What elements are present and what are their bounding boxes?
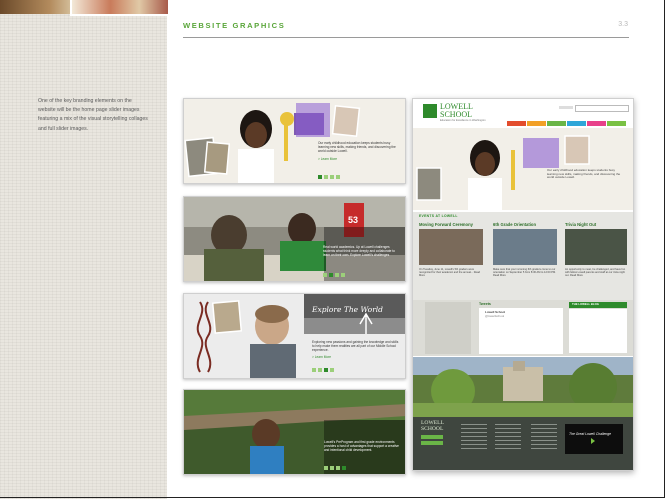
pager-dot[interactable] (341, 273, 345, 277)
phone-mockup (425, 302, 471, 354)
slide-1-learn-more-link[interactable]: > Learn More (318, 157, 337, 161)
section-title: WEBSITE GRAPHICS (183, 21, 286, 30)
slide-4-caption: Lowell's PreProgram and first grade envi… (324, 440, 399, 453)
page-number: 3.3 (618, 21, 628, 28)
slider-image-1: Our early childhood education keeps stud… (183, 98, 406, 184)
play-icon[interactable] (591, 438, 595, 444)
event-text-1: On Tuesday, June 11, Lowell's 5th grader… (419, 268, 480, 278)
slider-image-4: Lowell's PreProgram and first grade envi… (183, 389, 406, 475)
event-text-3: An opportunity to meet, be challenged, a… (565, 268, 626, 278)
event-text-2: Make sure that your incoming 6th graders… (493, 268, 556, 278)
slide-4-pager[interactable] (324, 466, 346, 470)
pager-dot[interactable] (323, 273, 327, 277)
slide-2-caption: Real world academics. Up at Lowell chall… (323, 245, 395, 258)
top-photo-frame (70, 0, 168, 16)
slide-4-photo (184, 390, 405, 474)
event-title-3[interactable]: Trivia Night Out (565, 222, 596, 227)
logo-icon (423, 104, 437, 118)
event-photo-2 (493, 229, 557, 265)
nav-item[interactable] (587, 121, 606, 126)
pager-dot[interactable] (329, 273, 333, 277)
header-rule (183, 37, 629, 38)
svg-text:53: 53 (348, 215, 358, 225)
pager-dot[interactable] (336, 175, 340, 179)
footer-links-column[interactable] (461, 423, 487, 449)
tweets-label: Tweets (479, 302, 491, 306)
pager-dot[interactable] (318, 368, 322, 372)
nav-item[interactable] (527, 121, 546, 126)
sidebar-panel: One of the key branding elements on the … (0, 0, 168, 499)
sidebar-note: One of the key branding elements on the … (38, 98, 148, 132)
hero-caption: Our early childhood education keeps stud… (547, 168, 621, 180)
pager-dot[interactable] (324, 368, 328, 372)
event-title-2[interactable]: 6th Grade Orientation (493, 222, 536, 227)
footer-links-column[interactable] (495, 423, 521, 449)
footer-logo-line-2: SCHOOL (421, 425, 444, 432)
event-photo-1 (419, 229, 483, 265)
slide-2-pager[interactable] (323, 273, 345, 277)
slide-1-caption: Our early childhood education keeps stud… (318, 141, 396, 154)
event-title-1[interactable]: Moving Forward Ceremony (419, 222, 473, 227)
nav-item[interactable] (547, 121, 566, 126)
homepage-main-nav (507, 121, 626, 126)
event-photo-3 (565, 229, 627, 265)
slide-3-caption: Exploring new passions and gaining the k… (312, 340, 399, 353)
pager-dot[interactable] (336, 466, 340, 470)
tweet-handle: @lowellschool (485, 314, 505, 318)
homepage-mockup: LOWELL SCHOOL Education for Excellence i… (412, 98, 634, 471)
pager-dot[interactable] (342, 466, 346, 470)
video-title: The Great Lowell Challenge (569, 432, 612, 436)
nav-item[interactable] (567, 121, 586, 126)
campus-photo (413, 357, 633, 417)
homepage-search-input[interactable] (575, 105, 629, 112)
pager-dot[interactable] (335, 273, 339, 277)
slide-2-photo: 53 (184, 197, 405, 281)
pager-dot[interactable] (330, 466, 334, 470)
pager-dot[interactable] (318, 175, 322, 179)
footer-logo[interactable]: LOWELL SCHOOL (421, 420, 444, 432)
nav-item[interactable] (607, 121, 626, 126)
blog-list[interactable] (569, 309, 627, 353)
slide-1-pager[interactable] (318, 175, 340, 179)
logo-line-2: SCHOOL (440, 109, 473, 119)
footer-links-column[interactable] (531, 423, 557, 449)
slider-image-3: Explore The World Exploring new passions… (183, 293, 406, 379)
pager-dot[interactable] (324, 466, 328, 470)
events-label: EVENTS AT LOWELL (419, 214, 458, 218)
utility-links[interactable] (559, 106, 573, 109)
footer-button[interactable] (421, 441, 443, 445)
homepage-tagline: Education for Excellence in Washington (440, 119, 486, 122)
slide-3-learn-more-link[interactable]: > Learn More (312, 355, 331, 359)
pager-dot[interactable] (330, 175, 334, 179)
nav-item[interactable] (507, 121, 526, 126)
slide-3-pager[interactable] (312, 368, 334, 372)
pager-dot[interactable] (324, 175, 328, 179)
homepage-logo[interactable]: LOWELL SCHOOL (440, 103, 473, 118)
slider-image-2: 53 Real world academics. Up at Lowell ch… (183, 196, 406, 282)
pager-dot[interactable] (330, 368, 334, 372)
pager-dot[interactable] (312, 368, 316, 372)
blog-label: THE LOWELL BLOG (572, 302, 599, 306)
footer-button[interactable] (421, 435, 443, 439)
slide-3-headline: Explore The World (312, 305, 383, 314)
